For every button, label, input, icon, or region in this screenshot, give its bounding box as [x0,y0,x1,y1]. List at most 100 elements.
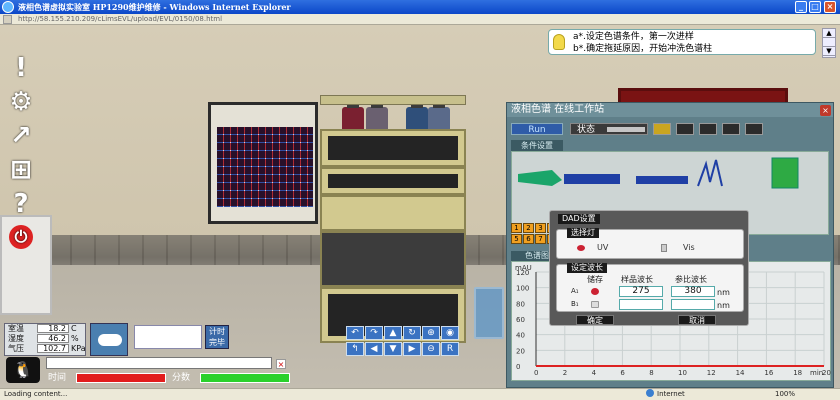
y-tick-label: 20 [516,347,525,355]
panel-close-icon[interactable]: × [820,105,831,116]
x-tick-label: 14 [736,369,745,377]
key-button[interactable]: 2 [523,223,534,233]
message-input[interactable] [46,357,272,369]
eye-icon[interactable]: ◉ [441,326,459,340]
sample-wavelength-input[interactable]: 275 [619,286,663,297]
address-url[interactable]: http://58.155.210.209/cLimsEVL/upload/EV… [18,14,258,24]
status-label: 状态 [577,125,596,135]
key-button[interactable]: 3 [535,223,546,233]
column-icon[interactable] [636,176,688,184]
minimize-button[interactable]: _ [795,1,807,13]
right-arrow-icon[interactable]: ▶ [403,342,421,356]
ref-wavelength-input-b[interactable] [671,299,715,310]
cancel-button[interactable]: 取消 [678,315,716,325]
uv-label: UV [597,243,609,252]
report-icon[interactable] [771,157,799,189]
message-close-icon[interactable]: × [276,359,286,369]
pressure-unit: KPa [71,344,86,353]
x-tick-label: 12 [707,369,716,377]
y-tick-label: 60 [516,316,525,324]
periodic-table-poster [208,102,318,224]
peak-icon[interactable] [744,123,763,135]
pump-icon[interactable] [518,170,562,186]
gear-icon[interactable]: ⚙ [6,89,36,115]
hplc-instrument[interactable] [320,95,466,347]
lamp-group: 选择灯 UV Vis [556,228,744,259]
cloud-icon [98,334,122,346]
down-arrow-icon[interactable]: ▼ [384,342,402,356]
vis-label: Vis [683,243,695,252]
zoom-in-icon[interactable]: ⊕ [422,326,440,340]
ref-header: 参比波长 [675,275,707,284]
hint-scrollbar[interactable]: ▲ ▼ [822,28,836,58]
humidity-value: 46.2 [37,334,69,343]
turn-left-icon[interactable]: ↰ [346,342,364,356]
save-icon[interactable] [675,123,694,135]
close-button[interactable]: × [824,1,836,13]
x-tick-label: 4 [592,369,597,377]
rotate-left-icon[interactable]: ↶ [346,326,364,340]
temp-unit: C [71,324,77,333]
run-button[interactable]: Run [511,123,563,135]
row-b-label: B₁ [571,300,579,308]
grid-icon[interactable]: ⊞ [6,157,36,183]
maximize-button[interactable]: □ [809,1,821,13]
qq-penguin-icon[interactable]: 🐧 [6,357,40,383]
sample-wavelength-input-b[interactable] [619,299,663,310]
up-arrow-icon[interactable]: ▲ [384,326,402,340]
degasser-module[interactable] [320,167,466,195]
uv-radio[interactable] [577,245,585,251]
row-b-checkbox[interactable] [591,301,599,308]
page-icon [3,15,12,24]
y-tick-label: 120 [516,269,529,277]
weather-panel [90,323,128,356]
status-button[interactable]: 状态 [570,123,648,135]
rotate-icon[interactable]: ↻ [403,326,421,340]
row-a-checkbox[interactable] [591,288,599,295]
score-label: 分数 [172,373,191,383]
key-button[interactable]: 6 [523,234,534,244]
folder-icon[interactable] [653,123,671,135]
timer-button-line1: 计时 [209,327,225,336]
zoom-out-icon[interactable]: ⊖ [422,342,440,356]
reset-icon[interactable]: R [441,342,459,356]
display-panel [320,195,466,231]
pump-module[interactable] [320,129,466,167]
info-icon[interactable]: ! [6,55,36,81]
scroll-up-icon[interactable]: ▲ [823,29,835,38]
vis-checkbox[interactable] [661,244,667,252]
rotate-right-icon[interactable]: ↷ [365,326,383,340]
left-arrow-icon[interactable]: ◀ [365,342,383,356]
detector-icon[interactable] [697,159,723,187]
address-bar[interactable]: http://58.155.210.209/cLimsEVL/upload/EV… [0,14,840,25]
x-tick-label: 10 [678,369,687,377]
hint-line-b: b*.确定拖延原因，开始冲洗色谱柱 [573,44,713,54]
scroll-down-icon[interactable]: ▼ [823,47,835,56]
chart-icon[interactable]: ↗ [6,123,36,149]
ref-wavelength-input[interactable]: 380 [671,286,715,297]
autosampler-module[interactable] [320,231,466,287]
unit-label: nm [717,288,730,297]
sampler-icon[interactable] [564,174,620,184]
time-progress: 时间 [48,373,166,383]
zoom-level[interactable]: 100% [775,389,795,400]
confirm-button[interactable]: 确定 [576,315,614,325]
timer-button[interactable]: 计时 完毕 [205,325,229,349]
key-button[interactable]: 5 [511,234,522,244]
temp-value: 18.2 [37,324,69,333]
print-icon[interactable] [721,123,740,135]
security-zone: Internet [646,389,685,400]
help-icon[interactable]: ? [6,191,36,217]
dad-settings-dialog: DAD设置 选择灯 UV Vis 设定波长 储存 样品波长 参比波长 A₁ B₁… [549,210,749,326]
y-tick-label: 100 [516,285,529,293]
pressure-label: 气压 [8,344,24,353]
x-tick-label: 16 [764,369,773,377]
temp-label: 室温 [8,324,24,333]
key-button[interactable]: 1 [511,223,522,233]
y-tick-label: 0 [516,363,520,371]
pressure-value: 102.7 [37,344,69,353]
power-icon[interactable]: ⏻ [9,225,33,249]
scroll-thumb[interactable] [823,38,835,47]
key-button[interactable]: 7 [535,234,546,244]
list-icon[interactable] [698,123,717,135]
